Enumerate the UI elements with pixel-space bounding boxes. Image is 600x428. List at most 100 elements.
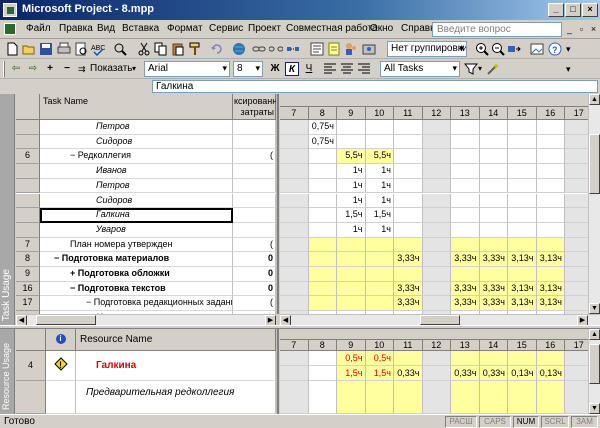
usage-cell[interactable] <box>479 178 508 194</box>
usage-cell[interactable] <box>422 120 451 135</box>
fixed-cost-cell[interactable] <box>233 193 276 209</box>
usage-cell[interactable] <box>394 134 423 150</box>
menu-view[interactable]: Вид <box>97 23 115 34</box>
usage-cell[interactable] <box>365 267 394 282</box>
day-header[interactable]: 10 <box>365 340 394 351</box>
usage-cell[interactable] <box>308 267 337 282</box>
usage-cell[interactable]: 3,33ч <box>394 296 423 312</box>
day-header[interactable]: 9 <box>337 107 366 120</box>
usage-cell[interactable]: 0,75ч <box>308 134 337 150</box>
usage-cell[interactable] <box>394 222 423 238</box>
usage-cell[interactable] <box>365 120 394 135</box>
usage-cell[interactable]: 3,13ч <box>536 281 565 297</box>
usage-cell[interactable] <box>308 178 337 194</box>
menu-format[interactable]: Формат <box>167 23 203 34</box>
task-name-cell[interactable]: Иванов <box>40 164 233 179</box>
usage-cell[interactable]: 1ч <box>365 178 394 194</box>
resource-usage-cell[interactable]: 0,33ч <box>394 366 423 381</box>
day-header[interactable]: 11 <box>394 340 423 351</box>
zoom-in-icon[interactable] <box>475 42 489 56</box>
menu-collaborate[interactable]: Совместная работа <box>286 23 378 34</box>
usage-cell[interactable] <box>280 178 309 194</box>
usage-cell[interactable] <box>280 252 309 267</box>
usage-cell[interactable]: 1ч <box>365 222 394 238</box>
usage-cell[interactable] <box>365 237 394 253</box>
fixed-cost-cell[interactable]: 0 <box>233 267 276 282</box>
usage-cell[interactable] <box>536 178 565 194</box>
usage-cell[interactable] <box>337 134 366 150</box>
usage-cell[interactable]: 3,33ч <box>451 281 480 297</box>
resource-usage-cell[interactable]: 0,33ч <box>479 366 508 381</box>
outline-toggle-icon[interactable]: − <box>70 283 78 293</box>
fixed-cost-cell[interactable] <box>233 164 276 179</box>
resource-usage-cell[interactable] <box>280 351 309 366</box>
usage-cell[interactable] <box>565 296 588 312</box>
usage-cell[interactable] <box>422 296 451 312</box>
usage-cell[interactable] <box>394 208 423 223</box>
save-icon[interactable] <box>39 42 53 56</box>
usage-cell[interactable]: 1,5ч <box>365 208 394 223</box>
usage-cell[interactable]: 3,13ч <box>508 281 537 297</box>
usage-cell[interactable] <box>422 164 451 179</box>
print-icon[interactable] <box>57 42 71 56</box>
filter-select[interactable]: All Tasks <box>380 61 460 77</box>
show-dropdown-icon[interactable]: ▾ <box>132 64 136 73</box>
usage-cell[interactable] <box>565 208 588 223</box>
show-icon[interactable]: ⇉ <box>78 64 86 75</box>
grouping-select[interactable]: Нет группировки <box>387 41 467 57</box>
resource-usage-cell[interactable] <box>536 351 565 366</box>
scroll-thumb[interactable] <box>589 134 600 194</box>
usage-cell[interactable] <box>565 267 588 282</box>
usage-cell[interactable] <box>365 281 394 297</box>
overallocation-indicator[interactable]: ! <box>46 351 76 381</box>
usage-cell[interactable] <box>508 149 537 165</box>
res-scroll-up-button[interactable]: ▲ <box>589 329 600 340</box>
minus-icon[interactable]: − <box>60 62 74 76</box>
spelling-icon[interactable]: ABC <box>91 42 105 56</box>
day-header[interactable]: 8 <box>308 107 337 120</box>
resource-usage-cell[interactable] <box>422 351 451 366</box>
usage-cell[interactable]: 1,5ч <box>337 208 366 223</box>
task-name-cell[interactable]: − Подготовка материалов <box>40 252 233 267</box>
usage-cell[interactable]: 1ч <box>365 193 394 209</box>
task-row-id[interactable]: 8 <box>16 252 40 267</box>
usage-cell[interactable] <box>308 149 337 165</box>
usage-cell[interactable] <box>451 134 480 150</box>
day-header[interactable]: 15 <box>508 107 537 120</box>
close-button[interactable]: × <box>582 3 598 17</box>
day-header[interactable]: 17 <box>565 340 588 351</box>
usage-cell[interactable]: 5,5ч <box>337 149 366 165</box>
usage-cell[interactable] <box>508 120 537 135</box>
usage-cell[interactable] <box>451 178 480 194</box>
usage-cell[interactable] <box>536 237 565 253</box>
show-button[interactable]: Показать <box>90 63 133 74</box>
go-to-task-icon[interactable] <box>507 42 521 56</box>
task-information-icon[interactable] <box>310 42 324 56</box>
usage-cell[interactable]: 1ч <box>365 164 394 179</box>
fixed-cost-cell[interactable]: 0 <box>233 281 276 297</box>
resource-usage-cell[interactable] <box>451 381 480 414</box>
day-header[interactable]: 16 <box>536 107 565 120</box>
usage-cell[interactable] <box>479 149 508 165</box>
usage-cell[interactable] <box>536 134 565 150</box>
bold-button[interactable]: Ж <box>268 62 282 76</box>
usage-cell[interactable] <box>479 134 508 150</box>
usage-cell[interactable] <box>565 252 588 267</box>
usage-cell[interactable]: 3,13ч <box>536 252 565 267</box>
open-icon[interactable] <box>22 42 36 56</box>
fixed-cost-cell[interactable] <box>233 178 276 194</box>
resource-usage-cell[interactable]: 0,33ч <box>451 366 480 381</box>
toolbar-grip[interactable] <box>3 61 5 77</box>
outline-toggle-icon[interactable]: − <box>86 297 94 307</box>
day-header[interactable]: 12 <box>422 107 451 120</box>
usage-cell[interactable] <box>508 267 537 282</box>
usage-cell[interactable] <box>308 222 337 238</box>
usage-cell[interactable] <box>422 208 451 223</box>
usage-cell[interactable] <box>308 252 337 267</box>
usage-cell[interactable]: 1ч <box>337 193 366 209</box>
resource-usage-cell[interactable]: 0,5ч <box>365 351 394 366</box>
task-name-cell[interactable]: Уваров <box>40 222 233 238</box>
usage-cell[interactable] <box>536 120 565 135</box>
usage-cell[interactable] <box>337 296 366 312</box>
usage-cell[interactable] <box>536 164 565 179</box>
